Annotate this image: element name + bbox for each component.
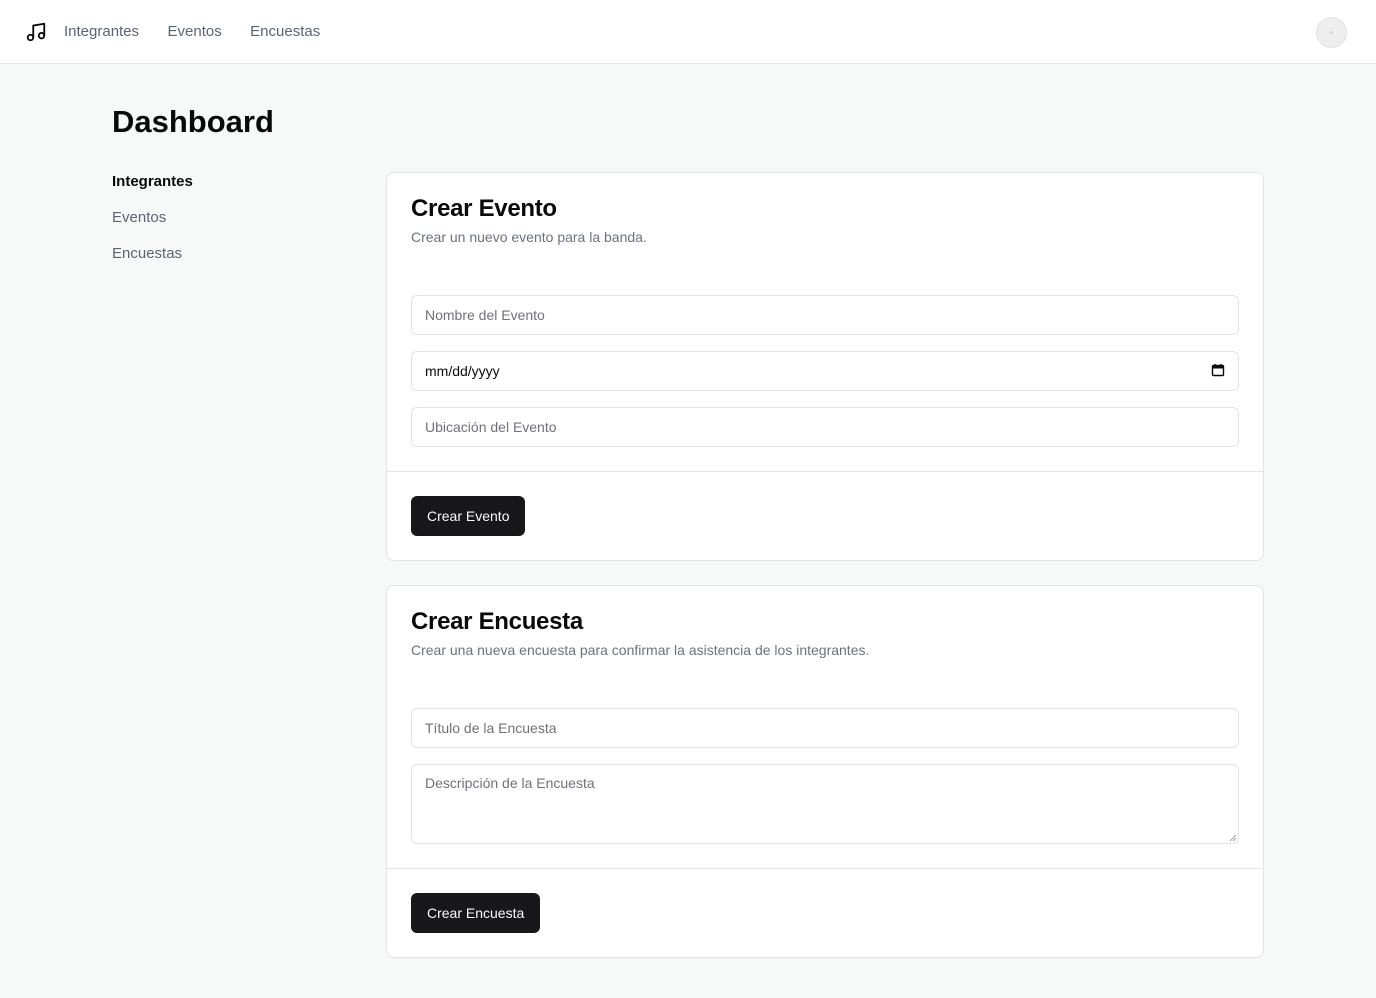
create-poll-description: Crear una nueva encuesta para confirmar … bbox=[411, 642, 870, 658]
create-poll-card: Crear Encuesta Crear una nueva encuesta … bbox=[386, 585, 1264, 958]
create-event-title: Crear Evento bbox=[411, 195, 557, 222]
event-date-input[interactable]: mm/dd/yyyy bbox=[411, 351, 1239, 391]
create-event-card: Crear Evento Crear un nuevo evento para … bbox=[386, 172, 1264, 561]
event-name-input[interactable] bbox=[411, 295, 1239, 335]
top-navbar: Integrantes Eventos Encuestas bbox=[0, 0, 1376, 64]
poll-description-textarea[interactable] bbox=[411, 764, 1239, 844]
resize-handle-icon[interactable] bbox=[1229, 834, 1237, 842]
user-avatar[interactable] bbox=[1316, 17, 1347, 48]
create-event-button[interactable]: Crear Evento bbox=[411, 496, 526, 536]
create-poll-button[interactable]: Crear Encuesta bbox=[411, 893, 541, 933]
sidenav-item-encuestas[interactable]: Encuestas bbox=[112, 244, 193, 280]
page-title: Dashboard bbox=[112, 104, 274, 139]
calendar-icon[interactable] bbox=[1211, 363, 1225, 380]
topnav-encuestas-link[interactable]: Encuestas bbox=[250, 23, 320, 40]
event-date-value: mm/dd/yyyy bbox=[425, 363, 500, 379]
sidenav-item-eventos[interactable]: Eventos bbox=[112, 208, 193, 244]
top-nav-links: Integrantes Eventos Encuestas bbox=[64, 23, 344, 41]
poll-title-input[interactable] bbox=[411, 708, 1239, 748]
topnav-integrantes-link[interactable]: Integrantes bbox=[64, 23, 139, 40]
topnav-eventos-link[interactable]: Eventos bbox=[168, 23, 222, 40]
music-note-icon[interactable] bbox=[25, 21, 47, 43]
card-divider bbox=[387, 471, 1263, 472]
create-poll-title: Crear Encuesta bbox=[411, 608, 583, 635]
event-location-input[interactable] bbox=[411, 407, 1239, 447]
card-divider bbox=[387, 868, 1263, 869]
side-nav: Integrantes Eventos Encuestas bbox=[112, 172, 193, 280]
sidenav-item-integrantes[interactable]: Integrantes bbox=[112, 172, 193, 208]
create-event-description: Crear un nuevo evento para la banda. bbox=[411, 229, 647, 245]
